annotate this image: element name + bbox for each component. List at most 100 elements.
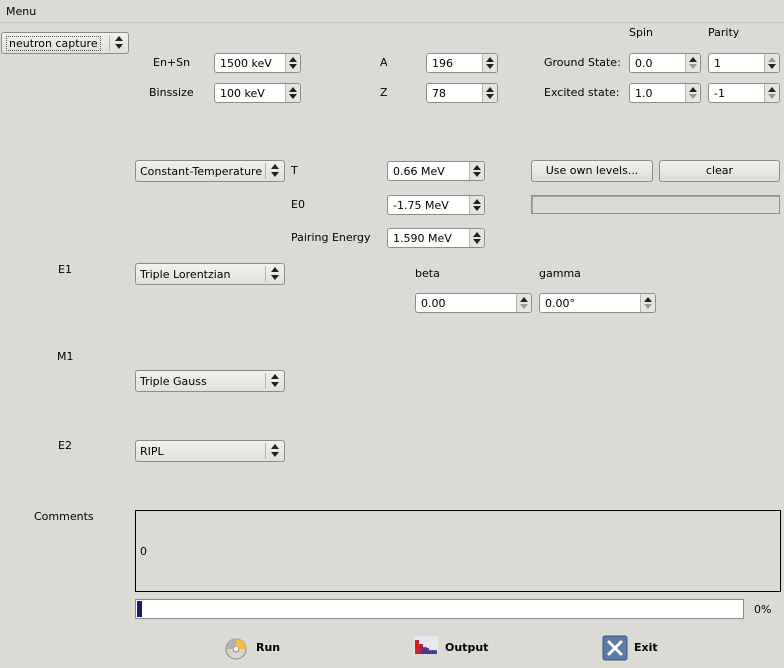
- pairing-energy-spinbox[interactable]: 1.590 MeV: [387, 228, 485, 248]
- spin-down-icon[interactable]: [473, 239, 481, 244]
- spin-up-icon[interactable]: [486, 57, 494, 62]
- binsize-spinbox[interactable]: 100 keV: [214, 83, 301, 103]
- use-own-levels-button[interactable]: Use own levels...: [531, 160, 653, 182]
- close-icon: [602, 635, 628, 661]
- e2-model-select[interactable]: RIPL: [135, 440, 285, 462]
- output-label: Output: [445, 641, 489, 654]
- en-sn-spinbox[interactable]: 1500 keV: [214, 53, 301, 73]
- chevron-updown-icon: [265, 443, 284, 459]
- beta-spinbox[interactable]: 0.00: [415, 293, 532, 313]
- spin-up-icon[interactable]: [473, 199, 481, 204]
- spin-up-icon[interactable]: [473, 165, 481, 170]
- run-icon: [225, 638, 247, 660]
- ground-parity-spinbox[interactable]: 1: [708, 53, 780, 73]
- progress-text: 0%: [754, 603, 772, 616]
- chevron-updown-icon: [265, 373, 284, 389]
- spin-down-icon[interactable]: [768, 94, 776, 99]
- progress-bar: [135, 599, 744, 619]
- ground-spin-spinbox[interactable]: 0.0: [629, 53, 701, 73]
- levels-file-field[interactable]: [531, 195, 780, 214]
- spin-up-icon[interactable]: [473, 232, 481, 237]
- z-spinbox[interactable]: 78: [426, 83, 498, 103]
- en-sn-value: 1500 keV: [220, 57, 272, 70]
- clear-button[interactable]: clear: [659, 160, 780, 182]
- e1-model-select[interactable]: Triple Lorentzian: [135, 263, 285, 285]
- spin-down-icon[interactable]: [473, 172, 481, 177]
- spin-down-icon[interactable]: [486, 94, 494, 99]
- run-button[interactable]: Run: [224, 634, 294, 664]
- comments-text: 0: [140, 545, 147, 558]
- spin-up-icon[interactable]: [520, 297, 528, 302]
- beta-value: 0.00: [421, 297, 446, 310]
- output-chart-icon: [414, 636, 438, 654]
- e0-label: E0: [291, 198, 305, 211]
- spin-down-icon[interactable]: [689, 94, 697, 99]
- level-density-model-value: Constant-Temperature: [140, 165, 263, 178]
- e1-model-value: Triple Lorentzian: [140, 268, 231, 281]
- pairing-energy-value: 1.590 MeV: [393, 232, 452, 245]
- spin-up-icon[interactable]: [486, 87, 494, 92]
- z-label: Z: [380, 86, 388, 99]
- comments-textarea[interactable]: 0: [135, 510, 781, 592]
- spin-up-icon[interactable]: [768, 87, 776, 92]
- parity-header: Parity: [708, 26, 740, 39]
- menu-item-menu[interactable]: Menu: [6, 5, 36, 18]
- spin-down-icon[interactable]: [289, 64, 297, 69]
- ground-spin-value: 0.0: [635, 57, 653, 70]
- reaction-type-value: neutron capture: [6, 36, 101, 51]
- level-density-model-select[interactable]: Constant-Temperature: [135, 160, 285, 182]
- spin-down-icon[interactable]: [644, 304, 652, 309]
- e1-label: E1: [58, 263, 72, 276]
- progress-fill: [137, 601, 142, 617]
- spin-down-icon[interactable]: [486, 64, 494, 69]
- t-label: T: [291, 164, 298, 177]
- excited-spin-spinbox[interactable]: 1.0: [629, 83, 701, 103]
- gamma-label: gamma: [539, 267, 581, 280]
- spin-down-icon[interactable]: [768, 64, 776, 69]
- a-value: 196: [432, 57, 453, 70]
- m1-label: M1: [57, 350, 74, 363]
- exit-button[interactable]: Exit: [602, 634, 672, 664]
- output-button[interactable]: Output: [413, 634, 503, 664]
- e0-value: -1.75 MeV: [393, 199, 449, 212]
- e2-label: E2: [58, 439, 72, 452]
- gamma-value: 0.00°: [545, 297, 575, 310]
- pairing-energy-label: Pairing Energy: [291, 231, 371, 244]
- m1-model-value: Triple Gauss: [140, 375, 207, 388]
- spin-down-icon[interactable]: [473, 206, 481, 211]
- spin-header: Spin: [629, 26, 653, 39]
- chevron-updown-icon: [109, 35, 128, 51]
- chevron-updown-icon: [265, 163, 284, 179]
- z-value: 78: [432, 87, 446, 100]
- spin-down-icon[interactable]: [689, 64, 697, 69]
- excited-spin-value: 1.0: [635, 87, 653, 100]
- gamma-spinbox[interactable]: 0.00°: [539, 293, 656, 313]
- binsize-value: 100 keV: [220, 87, 265, 100]
- a-spinbox[interactable]: 196: [426, 53, 498, 73]
- en-sn-label: En+Sn: [153, 56, 191, 69]
- run-label: Run: [256, 641, 281, 654]
- menubar: Menu: [0, 0, 784, 23]
- excited-state-label: Excited state:: [544, 86, 620, 99]
- e0-spinbox[interactable]: -1.75 MeV: [387, 195, 485, 215]
- t-spinbox[interactable]: 0.66 MeV: [387, 161, 485, 181]
- spin-up-icon[interactable]: [289, 87, 297, 92]
- spin-up-icon[interactable]: [768, 57, 776, 62]
- spin-up-icon[interactable]: [289, 57, 297, 62]
- beta-label: beta: [415, 267, 440, 280]
- excited-parity-spinbox[interactable]: -1: [708, 83, 780, 103]
- comments-label: Comments: [34, 510, 94, 523]
- chevron-updown-icon: [265, 266, 284, 282]
- ground-parity-value: 1: [714, 57, 721, 70]
- spin-down-icon[interactable]: [520, 304, 528, 309]
- reaction-type-select[interactable]: neutron capture: [1, 32, 129, 54]
- exit-label: Exit: [634, 641, 658, 654]
- spin-up-icon[interactable]: [689, 87, 697, 92]
- m1-model-select[interactable]: Triple Gauss: [135, 370, 285, 392]
- spin-up-icon[interactable]: [644, 297, 652, 302]
- excited-parity-value: -1: [714, 87, 725, 100]
- e2-model-value: RIPL: [140, 445, 164, 458]
- spin-down-icon[interactable]: [289, 94, 297, 99]
- spin-up-icon[interactable]: [689, 57, 697, 62]
- a-label: A: [380, 56, 388, 69]
